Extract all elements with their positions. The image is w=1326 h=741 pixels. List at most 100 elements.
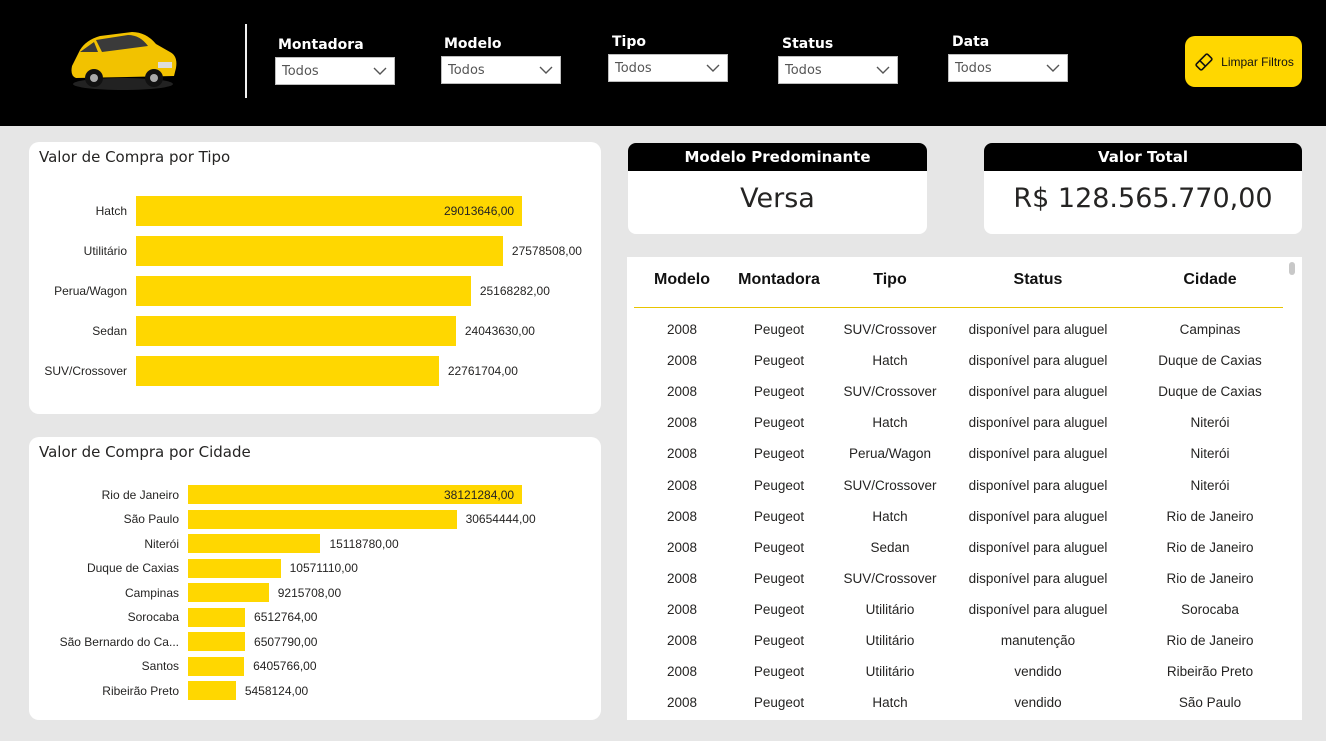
dropdown-value: Todos [448,63,485,78]
filter-label: Modelo [444,36,502,52]
bar[interactable] [136,236,503,266]
bar-value-label: 9215708,00 [277,585,342,600]
modelo-dropdown[interactable]: Todos [441,56,561,84]
bar-category-label: Utilitário [83,244,127,258]
filter-label: Tipo [612,34,646,50]
bar[interactable] [188,558,281,578]
montadora-dropdown[interactable]: Todos [275,57,395,85]
table-row[interactable]: 2008 Peugeot Perua/Wagon disponível para al… [634,440,1283,471]
filter-status: Status Todos [778,36,898,84]
table-cell: SUV/Crossover [843,477,937,493]
bar-category-label: Niterói [144,536,179,551]
header-divider [245,24,247,98]
table-cell: SUV/Crossover [843,384,937,400]
table-cell: Campinas [1179,322,1241,337]
table-scrollbar[interactable] [1289,262,1295,275]
table-cell: disponível para aluguel [968,539,1108,555]
bar[interactable] [136,276,471,306]
table-row[interactable]: 2008 Peugeot Utilitário disponível para alu… [634,596,1283,627]
bar-category-label: SUV/Crossover [44,364,127,378]
table-row[interactable]: 2008 Peugeot Hatch disponível para aluguel R… [634,503,1283,534]
table-row[interactable]: 2008 Peugeot SUV/Crossover disponível para … [634,378,1283,409]
bar-category-label: São Bernardo do Ca... [59,634,179,649]
table-row[interactable]: 2008 Peugeot Utilitário manutenção Rio de Ja… [634,627,1283,658]
table-row[interactable]: 2008 Peugeot Sedan disponível para aluguel R… [634,534,1283,565]
table-cell: disponível para aluguel [968,446,1108,462]
data-dropdown[interactable]: Todos [948,54,1068,82]
bar-value-label: 24043630,00 [464,324,535,338]
column-header[interactable]: Status [978,271,1098,289]
bar[interactable] [188,681,236,700]
kpi-title: Valor Total [984,143,1302,171]
table-cell: SUV/Crossover [843,322,937,337]
table-cell: vendido [1014,664,1062,680]
kpi-value: R$ 128.565.770,00 [1013,183,1273,214]
bar-category-label: São Paulo [123,512,179,526]
bar[interactable] [188,583,269,602]
chevron-down-icon [373,67,387,75]
table-row[interactable]: 2008 Peugeot SUV/Crossover disponível para … [634,472,1283,503]
table-row[interactable]: 2008 Peugeot SUV/Crossover disponível para … [634,565,1283,596]
filter-modelo: Modelo Todos [441,36,561,84]
car-logo-icon [71,32,177,90]
kpi-title: Modelo Predominante [628,143,927,171]
bar-value-label: 15118780,00 [329,536,399,551]
dropdown-value: Todos [955,61,992,76]
table-row[interactable]: 2008 Peugeot Hatch disponível para aluguel D… [634,347,1283,378]
bar[interactable] [188,607,246,627]
bar-value-label: 5458124,00 [244,683,309,698]
table-cell: Duque de Caxias [1158,384,1262,400]
chart-card-tipo: Valor de Compra por Tipo Hatch 29013646,0… [29,142,601,414]
bar-category-label: Ribeirão Preto [102,683,179,698]
table-cell: Utilitário [865,601,915,617]
table-cell: manutenção [1000,633,1076,648]
bar[interactable] [136,356,439,386]
chart-card-cidade: Valor de Compra por Cidade Rio de Janeir… [29,437,601,720]
bar-category-label: Perua/Wagon [54,284,127,298]
table-header: Modelo Montadora Tipo Status Cidade [634,257,1283,308]
clear-filters-button[interactable]: Limpar Filtros [1185,36,1302,87]
table-row[interactable]: 2008 Peugeot Utilitário vendido Ribeirão Pre… [634,658,1283,689]
bar[interactable] [188,656,245,676]
bar[interactable] [136,316,456,346]
column-header[interactable]: Montadora [719,271,839,289]
table-cell: Hatch [872,353,908,369]
bar-value-label: 38121284,00 [444,487,515,502]
eraser-icon [1195,52,1213,71]
filter-label: Montadora [278,37,364,53]
bar-value-label: 6507790,00 [254,634,318,649]
table-cell: SUV/Crossover [843,570,937,586]
bar[interactable] [188,534,321,553]
table-row[interactable]: 2008 Peugeot SUV/Crossover disponível para … [634,316,1283,347]
bar[interactable] [188,632,246,651]
tipo-dropdown[interactable]: Todos [608,54,728,82]
table-cell: disponível para aluguel [968,477,1108,493]
chart-title: Valor de Compra por Cidade [39,443,251,461]
dropdown-value: Todos [785,63,822,78]
table-cell: Rio de Janeiro [1166,508,1254,524]
status-dropdown[interactable]: Todos [778,56,898,84]
chevron-down-icon [876,66,890,74]
chart-title: Valor de Compra por Tipo [39,148,231,166]
table-cell: disponível para aluguel [968,415,1108,431]
column-header[interactable]: Tipo [830,271,950,289]
bar-value-label: 6512764,00 [254,610,318,624]
table-cell: disponível para aluguel [968,601,1108,617]
bar-category-label: Sedan [92,324,127,338]
table-cell: Niterói [1190,446,1230,462]
table-cell: Utilitário [865,664,915,680]
table-cell: Niterói [1190,477,1230,493]
bar-value-label: 29013646,00 [444,204,515,218]
kpi-modelo-predominante: Modelo Predominante Versa [628,143,927,234]
bar-value-label: 6405766,00 [253,659,317,673]
bar[interactable] [188,509,457,529]
bar-category-label: Sorocaba [127,610,179,624]
bar-value-label: 22761704,00 [447,364,518,378]
column-header[interactable]: Cidade [1150,271,1270,289]
bar-value-label: 25168282,00 [479,284,550,298]
bar-category-label: Duque de Caxias [86,561,179,575]
table-row[interactable]: 2008 Peugeot Hatch vendido São Paulo [634,689,1283,720]
table-row[interactable]: 2008 Peugeot Hatch disponível para aluguel N… [634,409,1283,440]
table-cell: Rio de Janeiro [1166,570,1254,586]
table-cell: Perua/Wagon [848,446,932,462]
